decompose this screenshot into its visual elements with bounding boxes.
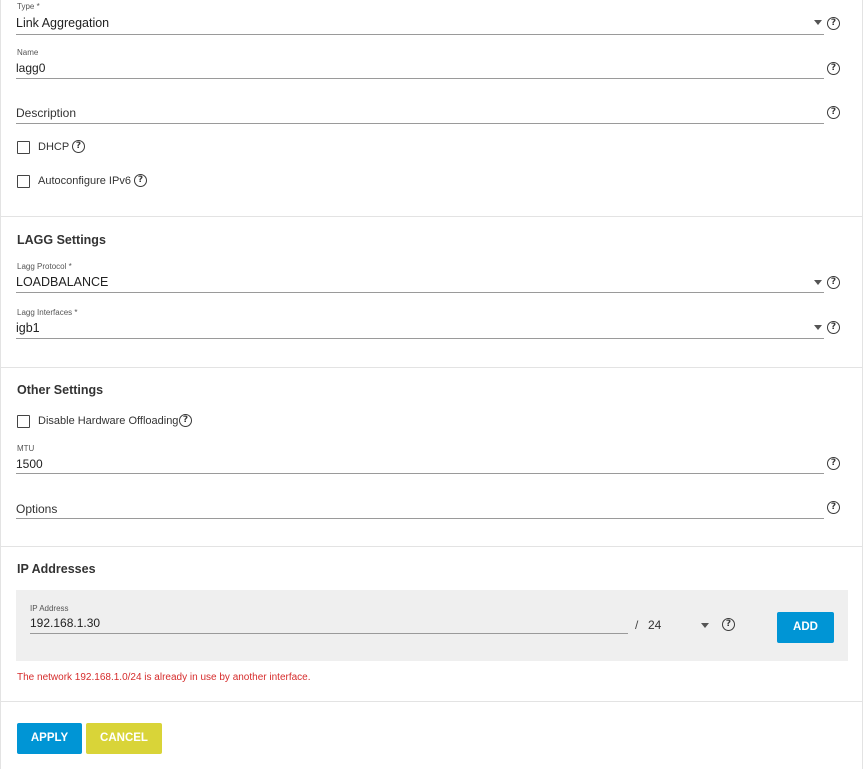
disable-hw-offloading-help-icon[interactable]: [179, 414, 192, 427]
lagg-protocol-caret-icon[interactable]: [814, 280, 822, 285]
dhcp-help-icon[interactable]: [72, 140, 85, 153]
netmask-separator: /: [635, 618, 639, 632]
type-underline: [16, 34, 824, 35]
lagg-settings-title: LAGG Settings: [17, 233, 106, 247]
description-input[interactable]: Description: [16, 106, 76, 120]
section-divider: [0, 701, 863, 702]
mtu-input[interactable]: 1500: [16, 457, 43, 471]
description-help-icon[interactable]: [827, 106, 840, 119]
type-label: Type *: [17, 2, 40, 11]
lagg-interfaces-select[interactable]: Lagg Interfaces * igb1: [16, 306, 826, 340]
lagg-protocol-underline: [16, 292, 824, 293]
netmask-caret-icon[interactable]: [701, 623, 709, 628]
name-field[interactable]: Name lagg0: [16, 46, 826, 80]
autoconfigure-ipv6-checkbox[interactable]: [17, 175, 30, 188]
options-input[interactable]: Options: [16, 502, 57, 516]
netmask-value[interactable]: 24: [648, 618, 661, 632]
ip-address-row: IP Address 192.168.1.30 / 24 ADD: [16, 590, 848, 661]
autoconfigure-ipv6-help-icon[interactable]: [134, 174, 147, 187]
type-select[interactable]: Type * Link Aggregation: [16, 0, 826, 36]
dhcp-label[interactable]: DHCP: [38, 141, 69, 153]
lagg-interfaces-help-icon[interactable]: [827, 321, 840, 334]
lagg-protocol-value: LOADBALANCE: [16, 275, 109, 289]
mtu-label: MTU: [17, 444, 35, 453]
mtu-field[interactable]: MTU 1500: [16, 442, 826, 476]
type-help-icon[interactable]: [827, 17, 840, 30]
description-field[interactable]: Description: [16, 104, 826, 126]
lagg-protocol-label: Lagg Protocol *: [17, 262, 72, 271]
ip-address-input[interactable]: 192.168.1.30: [30, 616, 100, 630]
options-underline: [16, 518, 824, 519]
mtu-underline: [16, 473, 824, 474]
lagg-protocol-help-icon[interactable]: [827, 276, 840, 289]
lagg-protocol-select[interactable]: Lagg Protocol * LOADBALANCE: [16, 260, 826, 294]
lagg-interfaces-caret-icon[interactable]: [814, 325, 822, 330]
section-divider: [0, 367, 863, 368]
name-underline: [16, 78, 824, 79]
ip-error-message: The network 192.168.1.0/24 is already in…: [17, 672, 311, 683]
ip-address-help-icon[interactable]: [722, 618, 735, 631]
disable-hw-offloading-label[interactable]: Disable Hardware Offloading: [38, 415, 178, 427]
options-help-icon[interactable]: [827, 501, 840, 514]
ip-address-label: IP Address: [30, 604, 69, 613]
name-help-icon[interactable]: [827, 62, 840, 75]
options-field[interactable]: Options: [16, 500, 826, 522]
lagg-interfaces-label: Lagg Interfaces *: [17, 308, 78, 317]
dhcp-checkbox[interactable]: [17, 141, 30, 154]
lagg-interfaces-underline: [16, 338, 824, 339]
name-label: Name: [17, 48, 39, 57]
type-dropdown-caret-icon[interactable]: [814, 20, 822, 25]
disable-hw-offloading-checkbox[interactable]: [17, 415, 30, 428]
section-divider: [0, 546, 863, 547]
description-underline: [16, 123, 824, 124]
ip-address-underline: [30, 633, 628, 634]
add-ip-button[interactable]: ADD: [777, 612, 834, 643]
apply-button[interactable]: APPLY: [17, 723, 82, 754]
lagg-interfaces-value: igb1: [16, 321, 40, 335]
frame-left-border: [0, 0, 1, 769]
cancel-button[interactable]: CANCEL: [86, 723, 162, 754]
other-settings-title: Other Settings: [17, 383, 104, 397]
section-divider: [0, 216, 863, 217]
type-value: Link Aggregation: [16, 16, 110, 30]
name-input[interactable]: lagg0: [16, 61, 45, 75]
mtu-help-icon[interactable]: [827, 457, 840, 470]
autoconfigure-ipv6-label[interactable]: Autoconfigure IPv6: [38, 175, 131, 187]
ip-addresses-title: IP Addresses: [17, 562, 96, 576]
